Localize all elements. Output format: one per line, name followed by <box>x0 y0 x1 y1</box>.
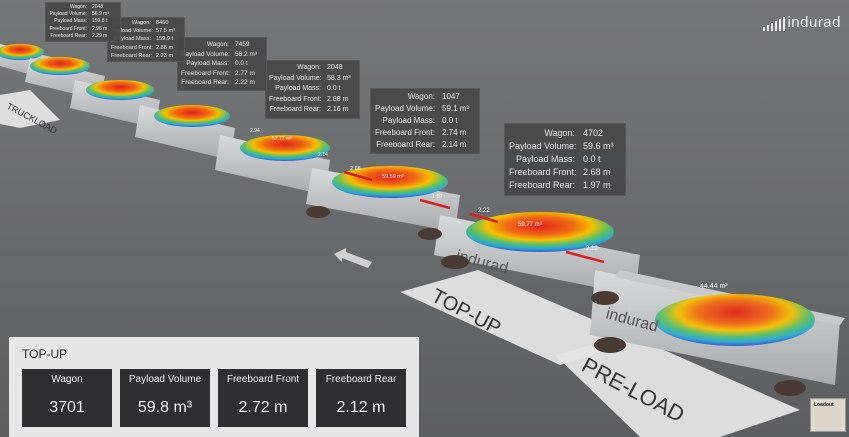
card-label: Payload Volume <box>128 374 202 385</box>
freeboard-label-5: 2.94 <box>250 128 260 134</box>
volume-label-4702: 59.59 m³ <box>382 174 404 180</box>
freeboard-rear-card: Freeboard Rear 2.12 m <box>316 369 406 427</box>
card-label: Freeboard Front <box>226 374 300 385</box>
card-value: 2.72 m <box>238 399 288 416</box>
wagon-info-tag: Wagon: 7459 Payload Volume: 58.2 m³ Payloa… <box>177 37 267 91</box>
freeboard-front-card: Freeboard Front 2.72 m <box>218 369 308 427</box>
topup-summary-panel: TOP-UP Wagon 3701 Payload Volume 59.8 m³… <box>9 337 419 437</box>
loadout-thumbnail[interactable]: Loadout <box>810 398 846 432</box>
freeboard-label-1: 2.22 <box>478 208 490 214</box>
card-value: 3701 <box>49 399 85 416</box>
wagon-info-tag: Wagon: 4702 Payload Volume: 59.6 m³ Payloa… <box>504 123 626 196</box>
signal-bars-icon <box>763 17 786 31</box>
wagon-card: Wagon 3701 <box>22 369 112 427</box>
freeboard-label-4: 1.97 <box>432 194 443 200</box>
volume-label-far: 57.77 m³ <box>272 136 292 142</box>
wagon-info-tag: Wagon: 1047 Payload Volume: 59.1 m³ Payloa… <box>370 88 480 154</box>
wagon-info-tag: Wagon: 2048 Payload Volume: 56.9 m³ Payloa… <box>45 2 121 43</box>
volume-label-preload: 44.44 m³ <box>700 283 728 290</box>
freeboard-label-2: 2.12 <box>586 246 598 252</box>
freeboard-label-6: 2.14 <box>318 152 328 158</box>
thumbnail-label: Loadout <box>814 402 834 408</box>
card-value: 59.8 m³ <box>137 399 193 416</box>
volume-label-topup: 59.77 m³ <box>518 222 542 228</box>
card-value: 2.12 m <box>336 399 386 416</box>
wagon-info-tag: Wagon: 2048 Payload Volume: 58.3 m³ Payloa… <box>265 60 360 119</box>
logo-text: indurad <box>787 14 841 31</box>
card-label: Wagon <box>51 374 83 385</box>
freeboard-label-3: 2.68 <box>350 166 361 172</box>
card-label: Freeboard Rear <box>325 374 397 385</box>
brand-logo: indurad <box>763 14 841 31</box>
payload-volume-card: Payload Volume 59.8 m³ <box>120 369 210 427</box>
panel-title: TOP-UP <box>22 347 68 361</box>
